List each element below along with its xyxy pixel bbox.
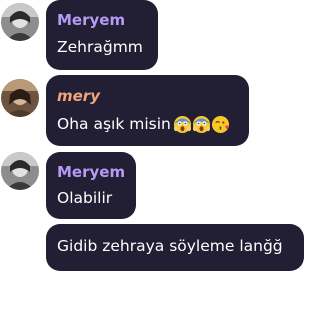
sender-name[interactable]: mery	[57, 87, 100, 105]
sender-avatar[interactable]	[1, 3, 39, 41]
avatar-photo-icon	[1, 152, 39, 190]
message-text: Oha aşık misin	[57, 114, 230, 134]
message-text: Zehrağmm	[57, 38, 143, 56]
message-text: Olabilir	[57, 189, 113, 207]
message-bubble[interactable]: Gidib zehraya söyleme lanğğ	[46, 224, 304, 271]
sender-name[interactable]: Meryem	[57, 163, 125, 181]
sender-name[interactable]: Meryem	[57, 11, 125, 29]
sender-avatar[interactable]	[1, 152, 39, 190]
face-screaming-in-fear-emoji	[192, 115, 211, 134]
message-bubble[interactable]: mery Oha aşık misin	[46, 75, 249, 146]
message-bubble[interactable]: Meryem Zehrağmm	[46, 0, 158, 70]
sender-avatar[interactable]	[1, 79, 39, 117]
face-screaming-in-fear-emoji	[173, 115, 192, 134]
message-bubble[interactable]: Meryem Olabilir	[46, 152, 136, 219]
face-blowing-kiss-emoji	[211, 115, 230, 134]
message-text-content: Oha aşık misin	[57, 115, 171, 133]
avatar-photo-icon	[1, 79, 39, 117]
avatar-photo-icon	[1, 3, 39, 41]
message-text: Gidib zehraya söyleme lanğğ	[57, 237, 283, 255]
